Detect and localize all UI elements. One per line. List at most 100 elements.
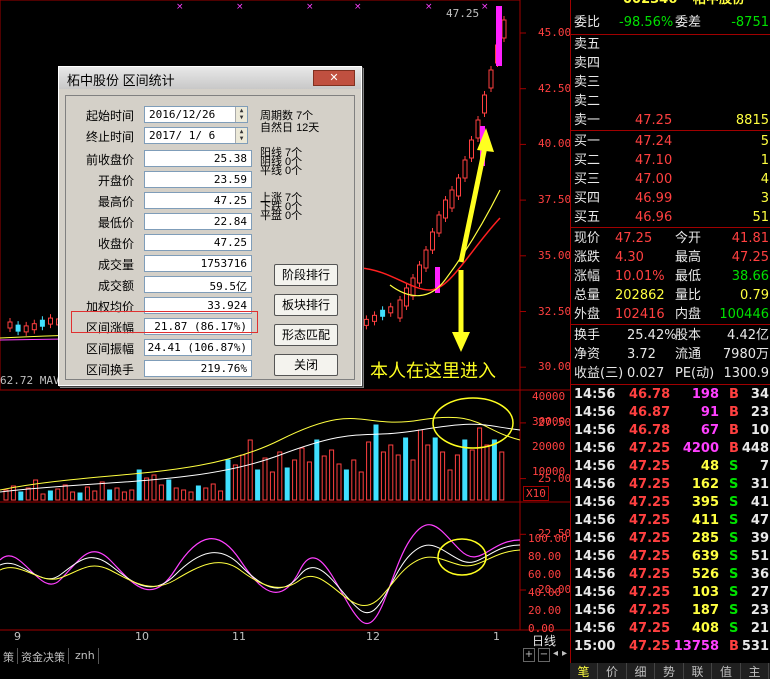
tick-tab[interactable]: 细 xyxy=(627,663,655,679)
volume-bar xyxy=(491,439,497,501)
quote-panel: 002346 柘中股份 委比 -98.56% 委差 -8751 卖五卖四卖三卖二… xyxy=(570,0,770,679)
price-tick-label: 32.50 xyxy=(538,304,572,318)
range-stats-dialog[interactable]: 柘中股份 区间统计 ✕ 起始时间 2016/12/26 ▲ ▼ 终止时间 2017… xyxy=(58,66,362,386)
order-price: 47.25 xyxy=(635,113,673,128)
volume-tick-label: 10000 xyxy=(532,465,566,478)
osc-tick-label: 80.00 xyxy=(528,550,562,563)
tick-tabs: 笔价细势联值主 xyxy=(570,663,770,679)
volume-bar xyxy=(129,489,135,501)
tick-price: 47.25 xyxy=(629,639,671,654)
bottom-tab[interactable]: 资金决策 xyxy=(18,648,69,664)
fundamental-row: 换手 25.42% 股本 4.42亿 xyxy=(571,327,770,345)
dialog-close-text-button[interactable]: 关闭 xyxy=(274,354,338,376)
candle-body xyxy=(430,231,435,251)
stat-value: 38.66 xyxy=(731,269,769,284)
scroll-right-button[interactable]: ▸ xyxy=(562,648,570,662)
stage-rank-button[interactable]: 阶段排行 xyxy=(274,264,338,286)
volume-bar xyxy=(99,481,105,501)
stat-label: 成交量 xyxy=(97,258,134,272)
start-time-value: 2016/12/26 xyxy=(149,108,216,121)
zoom-out-button[interactable]: − xyxy=(538,648,550,662)
bottom-tab[interactable]: znh xyxy=(72,648,99,664)
annotation-arrows xyxy=(432,128,514,576)
stat-value: 47.25 xyxy=(615,231,653,246)
stat-value: 4.30 xyxy=(615,250,644,265)
candle-body xyxy=(404,287,409,307)
dialog-close-button[interactable]: ✕ xyxy=(313,70,355,86)
tick-direction: S xyxy=(729,477,739,492)
tick-row: 15:00 47.25 13758 B 531 xyxy=(571,639,770,657)
volume-bar xyxy=(336,463,342,501)
volume-bar xyxy=(277,451,283,501)
volume-bar xyxy=(373,424,379,501)
candle-body xyxy=(417,264,422,284)
volume-scale-label: X10 xyxy=(523,486,549,501)
volume-bar xyxy=(77,492,83,501)
order-label: 卖二 xyxy=(574,94,601,109)
dialog-body: 起始时间 2016/12/26 ▲ ▼ 终止时间 2017/ 1/ 6 ▲ ▼ 周期… xyxy=(65,95,355,380)
tick-tab[interactable]: 价 xyxy=(599,663,627,679)
candle-body xyxy=(388,306,394,314)
volume-bar xyxy=(329,449,335,501)
order-label: 卖五 xyxy=(574,37,601,52)
volume-bar xyxy=(40,493,46,501)
tick-price: 47.25 xyxy=(629,441,671,456)
end-time-spinner[interactable]: ▲ ▼ xyxy=(235,128,247,143)
volume-tick-label: 30000 xyxy=(532,415,566,428)
sector-rank-button[interactable]: 板块排行 xyxy=(274,294,338,316)
tick-direction: B xyxy=(729,423,739,438)
stat-value-field: 24.41 (106.87%) xyxy=(144,339,252,356)
tick-time: 15:00 xyxy=(574,639,616,654)
volume-bar xyxy=(469,449,475,501)
tick-count: 7 xyxy=(759,459,769,474)
stat-value: 202862 xyxy=(615,288,665,303)
tick-count: 34 xyxy=(750,387,769,402)
divider xyxy=(571,227,770,228)
volume-bar xyxy=(462,439,468,501)
tick-price: 47.25 xyxy=(629,585,671,600)
period-label[interactable]: 日线 xyxy=(532,632,556,649)
stat-value-field: 25.38 xyxy=(144,150,252,167)
price-grid xyxy=(520,32,526,591)
tick-volume: 411 xyxy=(691,513,719,528)
tick-volume: 48 xyxy=(700,459,719,474)
candle-body xyxy=(482,94,487,114)
volume-bar xyxy=(70,491,76,501)
volume-bar xyxy=(121,491,127,501)
tick-tab[interactable]: 势 xyxy=(656,663,684,679)
tick-row: 14:56 47.25 103 S 27 xyxy=(571,585,770,603)
volume-bar xyxy=(247,439,253,501)
candle-body xyxy=(456,177,461,197)
zoom-in-button[interactable]: + xyxy=(523,648,535,662)
volume-bar xyxy=(195,485,201,501)
tick-time: 14:56 xyxy=(574,513,616,528)
tick-tab[interactable]: 笔 xyxy=(570,663,598,679)
volume-bar xyxy=(188,491,194,501)
start-time-input[interactable]: 2016/12/26 ▲ ▼ xyxy=(144,106,248,123)
top-event-marks: × × × × × × xyxy=(176,2,489,12)
tick-time: 14:56 xyxy=(574,387,616,402)
tick-tab[interactable]: 值 xyxy=(713,663,741,679)
volume-bar xyxy=(92,490,98,501)
order-label: 买二 xyxy=(574,153,601,168)
stat-label: 区间换手 xyxy=(85,363,134,377)
down-arrow-head xyxy=(452,332,470,352)
date-tick-label: 1 xyxy=(493,630,500,643)
tick-tab[interactable]: 联 xyxy=(684,663,712,679)
start-time-spinner[interactable]: ▲ ▼ xyxy=(235,107,247,122)
tick-tab[interactable]: 主 xyxy=(741,663,769,679)
stat-value-field: 1753716 xyxy=(144,255,252,272)
stat-label: 涨跌 xyxy=(574,250,601,265)
divider xyxy=(571,130,770,131)
weibi-value: -98.56% xyxy=(619,15,674,30)
scroll-left-button[interactable]: ◂ xyxy=(553,648,561,662)
volume-bar xyxy=(417,429,423,501)
bottom-tab[interactable]: 策 xyxy=(0,648,18,664)
end-time-input[interactable]: 2017/ 1/ 6 ▲ ▼ xyxy=(144,127,248,144)
volume-bar xyxy=(366,441,372,501)
pattern-match-button[interactable]: 形态匹配 xyxy=(274,324,338,346)
tick-count: 36 xyxy=(750,567,769,582)
candle-body xyxy=(39,319,45,327)
order-volume: 1 xyxy=(760,153,769,168)
stat-label: 流通 xyxy=(675,347,702,362)
